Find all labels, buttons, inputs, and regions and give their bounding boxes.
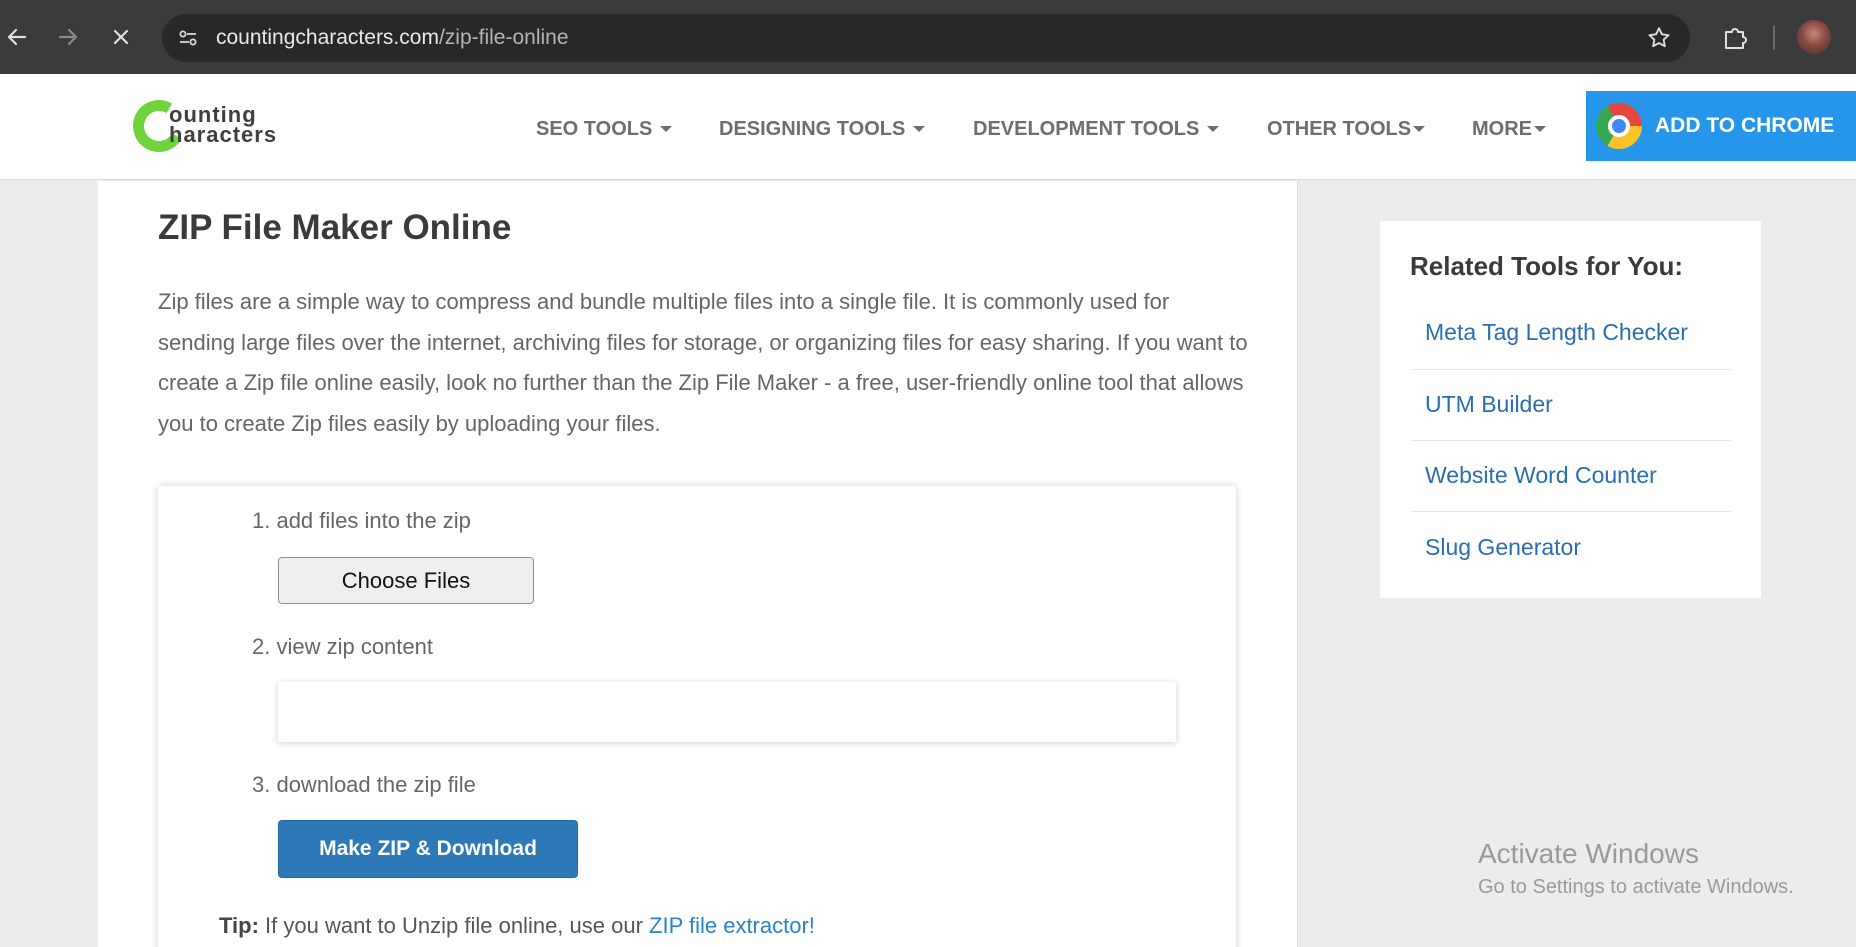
nav-label: SEO TOOLS [536, 117, 653, 140]
link-separator [1411, 369, 1731, 370]
site-settings-icon[interactable] [176, 26, 200, 50]
add-to-chrome-button[interactable]: ADD TO CHROME [1586, 91, 1856, 161]
column-divider [1297, 181, 1298, 947]
caret-down-icon [660, 126, 673, 132]
nav-seo-tools[interactable]: SEO TOOLS [536, 114, 673, 144]
step-add-files: 1. add files into the zip [252, 508, 471, 533]
browser-toolbar: countingcharacters.com/zip-file-online [0, 0, 1856, 74]
extensions-icon[interactable] [1719, 22, 1751, 54]
step-download: 3. download the zip file [252, 772, 476, 797]
nav-label: MORE [1472, 117, 1532, 140]
caret-down-icon [1534, 126, 1546, 132]
nav-other-tools[interactable]: OTHER TOOLS [1267, 114, 1426, 144]
link-utm-builder[interactable]: UTM Builder [1425, 391, 1553, 418]
add-to-chrome-label: ADD TO CHROME [1655, 114, 1835, 137]
nav-label: OTHER TOOLS [1267, 117, 1412, 140]
link-website-word-counter[interactable]: Website Word Counter [1425, 462, 1657, 489]
profile-avatar[interactable] [1797, 20, 1831, 54]
url-domain: countingcharacters.com [216, 26, 439, 49]
watermark-line-2: Go to Settings to activate Windows. [1478, 876, 1794, 898]
nav-label: DEVELOPMENT TOOLS [973, 117, 1200, 140]
caret-down-icon [1207, 126, 1220, 132]
page-title: ZIP File Maker Online [158, 208, 512, 247]
tip-body: If you want to Unzip file online, use ou… [258, 913, 650, 938]
related-tools-title: Related Tools for You: [1410, 251, 1684, 281]
step-view-content: 2. view zip content [252, 634, 433, 659]
site-header: ounting haracters SEO TOOLS DESIGNING TO… [0, 74, 1856, 180]
tip-text: Tip: If you want to Unzip file online, u… [219, 913, 815, 939]
choose-files-button[interactable]: Choose Files [278, 557, 534, 604]
caret-down-icon [913, 126, 926, 132]
link-separator [1411, 511, 1731, 512]
url-text[interactable]: countingcharacters.com/zip-file-online [216, 26, 569, 50]
url-path: /zip-file-online [438, 26, 569, 49]
zip-content-list [278, 682, 1176, 742]
make-zip-download-button[interactable]: Make ZIP & Download [278, 820, 578, 878]
tip-label: Tip: [219, 913, 259, 938]
caret-down-icon [1413, 126, 1426, 132]
address-bar[interactable]: countingcharacters.com/zip-file-online [162, 14, 1690, 62]
bookmark-star-icon[interactable] [1646, 25, 1672, 51]
watermark-line-1: Activate Windows [1478, 838, 1699, 869]
forward-icon[interactable] [51, 20, 85, 54]
back-icon[interactable] [0, 20, 34, 54]
link-slug-generator[interactable]: Slug Generator [1425, 534, 1581, 561]
toolbar-divider [1773, 26, 1775, 50]
activate-windows-watermark: Activate Windows Go to Settings to activ… [1478, 838, 1794, 899]
related-tools-panel: Related Tools for You: Meta Tag Length C… [1380, 221, 1761, 598]
logo-line-2: haracters [169, 122, 278, 147]
stop-loading-icon[interactable] [104, 20, 138, 54]
zip-extractor-link[interactable]: ZIP file extractor! [649, 913, 815, 938]
link-meta-tag-length-checker[interactable]: Meta Tag Length Checker [1425, 319, 1688, 346]
chrome-icon [1596, 103, 1642, 149]
nav-label: DESIGNING TOOLS [719, 117, 906, 140]
link-separator [1411, 440, 1731, 441]
site-logo[interactable]: ounting haracters [127, 94, 313, 158]
nav-more[interactable]: MORE [1472, 114, 1546, 144]
intro-paragraph: Zip files are a simple way to compress a… [158, 289, 1248, 436]
nav-designing-tools[interactable]: DESIGNING TOOLS [719, 114, 926, 144]
nav-development-tools[interactable]: DEVELOPMENT TOOLS [973, 114, 1220, 144]
